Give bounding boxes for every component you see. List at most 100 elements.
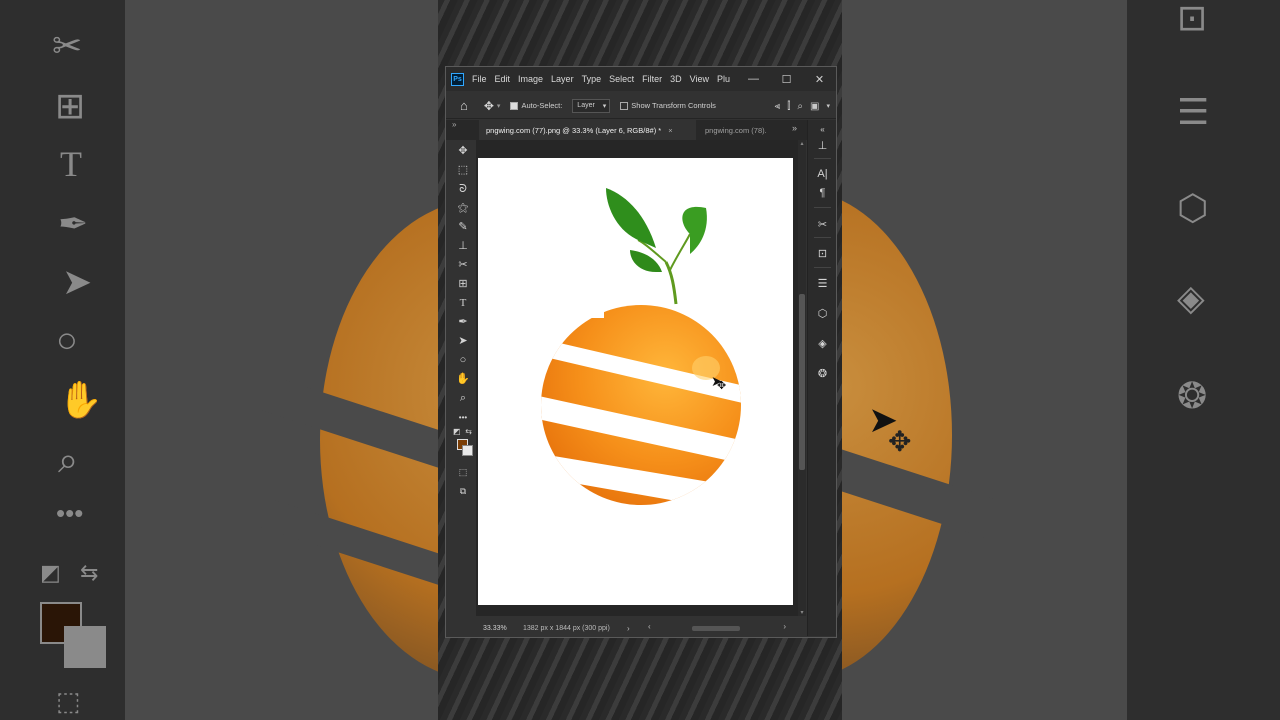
tools-icon[interactable]: ✂ (808, 215, 837, 233)
swap-colors-icon[interactable]: ⇆ (450, 423, 476, 440)
paragraph-icon[interactable]: ¶ (808, 184, 837, 202)
menu-3d[interactable]: 3D (670, 74, 682, 84)
default-colors-icon: ◩ (40, 560, 61, 585)
scroll-up-icon[interactable]: ▴ (798, 140, 806, 147)
align-controls: ⫷ ⫿ ⌕ ▣ ▾ (775, 93, 830, 119)
auto-select-target-value: Layer (577, 102, 595, 109)
move-cursor-large-icon: ✥ (888, 426, 912, 457)
tab-pngwing-77[interactable]: pngwing.com (77).png @ 33.3% (Layer 6, R… (479, 120, 696, 140)
channels-icon: ❂ (1177, 375, 1208, 416)
stamp-icon[interactable]: ⊥ (450, 238, 476, 255)
zoom-level[interactable]: 33.33% (483, 625, 523, 632)
background-color-swatch[interactable] (462, 445, 473, 456)
pen-icon[interactable]: ✒ (450, 314, 476, 331)
type-icon: T (60, 144, 82, 184)
frame-icon: ⊞ (55, 85, 86, 126)
channels-icon[interactable]: ❂ (808, 364, 837, 382)
quick-mask-icon[interactable]: ⬚ (450, 464, 476, 481)
title-bar: Ps File Edit Image Layer Type Select Fil… (446, 67, 836, 91)
zoom-icon: ⌕ (58, 439, 79, 480)
align-center-icon[interactable]: ⫿ (787, 101, 790, 112)
ellipse-icon[interactable]: ○ (450, 352, 476, 369)
move-cursor-icon: ✥ (717, 380, 727, 392)
zoom-icon[interactable]: ⌕ (450, 390, 476, 407)
hand-icon[interactable]: ✋ (450, 371, 476, 388)
menu-image[interactable]: Image (518, 74, 543, 84)
stem-branch (669, 233, 691, 271)
type-icon[interactable]: T (450, 295, 476, 312)
chevron-down-icon[interactable]: ▾ (826, 102, 830, 110)
background-toolstrip: ✂ ⊞ T ✒ ➤ ○ ✋ ⌕ ••• ◩ ⇆ ⬚ (0, 0, 125, 720)
scroll-left-icon[interactable]: ‹ (648, 622, 651, 631)
path-select-icon: ➤ (62, 261, 93, 302)
panel-separator (814, 237, 831, 238)
vertical-scrollbar[interactable]: ▴ ▾ (798, 140, 806, 616)
tab-pngwing-78[interactable]: pngwing.com (78). (699, 120, 781, 140)
menu-view[interactable]: View (690, 74, 709, 84)
menu-plugins[interactable]: Plu (717, 74, 730, 84)
tab-close-icon[interactable]: × (668, 126, 672, 135)
menu-bar: File Edit Image Layer Type Select Filter… (472, 74, 738, 84)
move-tool-preset-icon[interactable]: ✥ (484, 99, 494, 113)
align-left-icon[interactable]: ⫷ (775, 101, 781, 112)
marquee-icon[interactable]: ⬚ (450, 162, 476, 179)
libraries-icon: ⊡ (1177, 0, 1208, 38)
scroll-down-icon[interactable]: ▾ (798, 609, 806, 616)
collapse-toolbar-icon[interactable]: » (452, 120, 456, 129)
document-info: 1382 px x 1844 px (300 ppi) (523, 625, 610, 632)
hand-icon: ✋ (58, 379, 103, 420)
chevron-down-icon[interactable]: ▾ (497, 102, 501, 110)
show-transform-controls-checkbox[interactable] (620, 101, 629, 110)
menu-filter[interactable]: Filter (642, 74, 662, 84)
menu-type[interactable]: Type (582, 74, 602, 84)
pen-icon: ✒ (58, 203, 89, 244)
auto-select-checkbox[interactable] (510, 101, 519, 110)
vertical-scroll-thumb[interactable] (799, 294, 805, 470)
status-menu-arrow[interactable]: › (627, 624, 630, 633)
auto-select-target-select[interactable]: Layer ▾ (572, 98, 611, 113)
auto-select-label: Auto-Select: (521, 101, 563, 110)
window-controls: — ☐ ✕ (737, 67, 836, 91)
horizontal-scroll-thumb[interactable] (692, 626, 740, 631)
menu-select[interactable]: Select (609, 74, 634, 84)
chevron-down-icon: ▾ (602, 102, 607, 110)
menu-file[interactable]: File (472, 74, 487, 84)
adjustments-icon[interactable]: ☰ (808, 274, 837, 292)
photoshop-window: Ps File Edit Image Layer Type Select Fil… (445, 66, 837, 638)
character-icon[interactable]: A| (808, 165, 837, 183)
close-button[interactable]: ✕ (803, 67, 836, 91)
minimize-button[interactable]: — (737, 67, 770, 91)
magic-wand-icon[interactable]: ⚝ (450, 200, 476, 217)
frame-icon[interactable]: ⊞ (450, 276, 476, 293)
background-right: ➤ ✥ ⊡ ☰ ⬡ ◈ ❂ (842, 0, 1280, 720)
horizontal-scrollbar[interactable]: ‹ › (648, 622, 786, 632)
brush-icon[interactable]: ✎ (450, 219, 476, 236)
menu-edit[interactable]: Edit (495, 74, 511, 84)
move-icon[interactable]: ✥ (450, 143, 476, 160)
ellipse-icon: ○ (56, 319, 78, 360)
eraser-icon[interactable]: ✂ (450, 257, 476, 274)
more-tabs-icon[interactable]: » (792, 123, 797, 133)
scroll-right-icon[interactable]: › (783, 622, 786, 631)
leaf (606, 188, 656, 248)
panel-separator (814, 207, 831, 208)
screen-mode-icon[interactable]: ⧉ (450, 483, 476, 500)
home-icon[interactable]: ⌂ (460, 98, 468, 113)
maximize-button[interactable]: ☐ (770, 67, 803, 91)
clone-source-icon[interactable]: ⊥ (808, 136, 837, 154)
adjustments-icon: ☰ (1177, 91, 1210, 132)
layers-icon[interactable]: ◈ (808, 334, 837, 352)
canvas-area[interactable]: ➤ ✥ (476, 140, 798, 616)
layers-icon: ◈ (1177, 277, 1205, 318)
swap-colors-icon: ⇆ (80, 560, 99, 585)
menu-layer[interactable]: Layer (551, 74, 574, 84)
libraries-icon[interactable]: ⊡ (808, 244, 837, 262)
more-tools-icon: ••• (56, 498, 84, 528)
path-select-icon[interactable]: ➤ (450, 333, 476, 350)
3d-icon[interactable]: ⬡ (808, 304, 837, 322)
lasso-icon[interactable]: ᘐ (450, 181, 476, 198)
search-icon[interactable]: ⌕ (797, 101, 803, 112)
document-canvas[interactable]: ➤ ✥ (478, 158, 793, 605)
workspace-icon[interactable]: ▣ (810, 101, 819, 112)
tools-panel: ✥ ⬚ ᘐ ⚝ ✎ ⊥ ✂ ⊞ T ✒ ➤ ○ ✋ ⌕ ••• ◩ ⇆ ⬚ ⧉ (450, 140, 476, 630)
